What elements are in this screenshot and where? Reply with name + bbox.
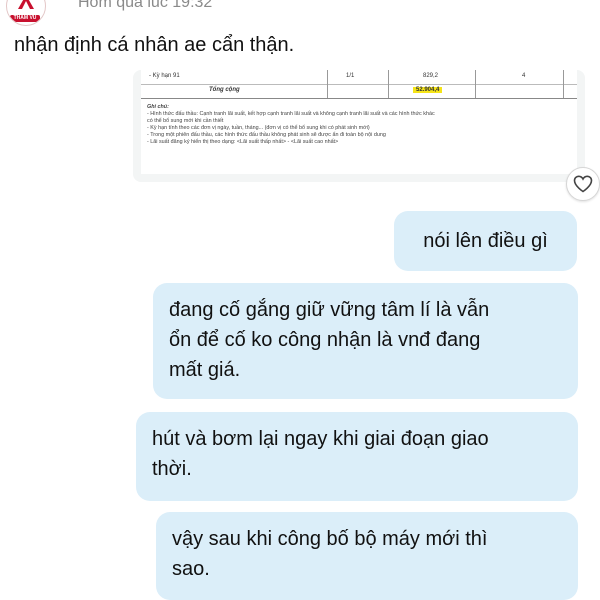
- note-line: - Kỳ hạn tính theo các đơn vị ngày, tuần…: [147, 125, 370, 131]
- shared-image[interactable]: - Kỳ hạn 91 1/1 829,2 4 Tổng cộng 52.904…: [133, 70, 585, 182]
- table-divider: [327, 70, 328, 98]
- message-line: thời.: [152, 458, 192, 480]
- message-line: sao.: [172, 558, 210, 580]
- message-text: nói lên điều gì: [423, 230, 548, 252]
- logo-icon: [18, 0, 34, 9]
- row-cell: 829,2: [423, 73, 439, 79]
- table-row: - Kỳ hạn 91 1/1 829,2 4: [141, 70, 577, 85]
- post-timestamp[interactable]: Hôm qua lúc 19:32: [78, 0, 212, 12]
- post-header: THAM VU Hôm qua lúc 19:32: [0, 0, 600, 30]
- total-label: Tổng cộng: [209, 87, 240, 93]
- message-line: hút và bơm lại ngay khi giai đoạn giao: [152, 428, 489, 450]
- document-page: - Kỳ hạn 91 1/1 829,2 4 Tổng cộng 52.904…: [141, 70, 577, 174]
- table-divider: [563, 70, 564, 98]
- avatar-tag: THAM VU: [10, 15, 40, 22]
- message-line: mất giá.: [169, 359, 241, 381]
- row-cell: 4: [522, 73, 526, 79]
- post-text: nhận định cá nhân ae cẩn thận.: [14, 34, 295, 56]
- table-total-row: Tổng cộng 52.904,4: [141, 84, 577, 99]
- table-divider: [475, 70, 476, 98]
- message-line: đang cố gắng giữ vững tâm lí là vẫn: [169, 299, 490, 321]
- heart-outline-icon: [573, 175, 593, 193]
- message-bubble[interactable]: đang cố gắng giữ vững tâm lí là vẫn ổn đ…: [153, 283, 578, 399]
- document-notes: Ghi chú: - Hình thức đấu thầu: Cạnh tran…: [147, 104, 435, 146]
- note-line: - Lãi suất đăng ký hiển thị theo dạng: <…: [147, 139, 339, 145]
- total-value: 52.904,4: [413, 87, 443, 93]
- row-cell: 1/1: [346, 73, 355, 79]
- message-bubble[interactable]: nói lên điều gì: [394, 211, 577, 271]
- avatar[interactable]: THAM VU: [6, 0, 46, 26]
- note-line: - Hình thức đấu thầu: Cạnh tranh lãi suấ…: [147, 111, 435, 117]
- like-button[interactable]: [566, 167, 600, 201]
- message-bubble[interactable]: vậy sau khi công bố bộ máy mới thì sao.: [156, 512, 578, 600]
- note-line: có thể bổ sung mới khi cần thiết: [147, 118, 224, 124]
- message-line: vậy sau khi công bố bộ máy mới thì: [172, 528, 488, 550]
- notes-title: Ghi chú:: [147, 104, 169, 110]
- message-line: ổn để cố ko công nhận là vnđ đang: [169, 329, 481, 351]
- row-label: - Kỳ hạn 91: [149, 73, 180, 79]
- message-bubble[interactable]: hút và bơm lại ngay khi giai đoạn giao t…: [136, 412, 578, 501]
- table-divider: [388, 70, 389, 98]
- note-line: - Trong một phiên đấu thầu, các hình thứ…: [147, 132, 386, 138]
